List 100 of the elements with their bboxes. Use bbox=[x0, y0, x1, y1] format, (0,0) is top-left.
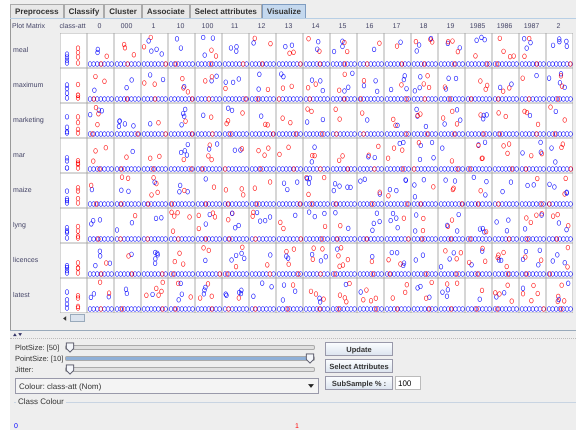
scatter-plot[interactable] bbox=[249, 68, 276, 103]
scatter-plot[interactable] bbox=[519, 68, 546, 103]
scatter-plot[interactable] bbox=[465, 68, 492, 103]
scatter-plot[interactable] bbox=[276, 173, 303, 208]
subsample-field[interactable]: 100 bbox=[395, 376, 421, 390]
scatter-plot[interactable] bbox=[60, 138, 87, 173]
scatter-plot[interactable] bbox=[519, 103, 546, 138]
slider[interactable] bbox=[65, 353, 315, 364]
scatter-plot[interactable] bbox=[357, 68, 384, 103]
scatter-plot[interactable] bbox=[519, 278, 546, 313]
scrollbar-thumb[interactable] bbox=[70, 314, 85, 322]
scatter-plot[interactable] bbox=[60, 33, 87, 68]
scatter-plot[interactable] bbox=[465, 33, 492, 68]
scatter-plot[interactable] bbox=[303, 173, 330, 208]
scatter-plot[interactable] bbox=[195, 103, 222, 138]
scatter-plot[interactable] bbox=[546, 33, 573, 68]
tab[interactable]: Select attributes bbox=[190, 4, 262, 18]
scatter-plot[interactable] bbox=[114, 243, 141, 278]
scatter-plot[interactable] bbox=[195, 208, 222, 243]
scatter-plot[interactable] bbox=[357, 138, 384, 173]
scatter-plot[interactable] bbox=[330, 138, 357, 173]
scatter-plot[interactable] bbox=[465, 103, 492, 138]
scatter-plot[interactable] bbox=[168, 33, 195, 68]
scatter-plot[interactable] bbox=[357, 33, 384, 68]
scatter-plot[interactable] bbox=[222, 208, 249, 243]
scatter-plot[interactable] bbox=[276, 103, 303, 138]
scatter-plot[interactable] bbox=[168, 208, 195, 243]
scatter-plot[interactable] bbox=[330, 208, 357, 243]
scatter-plot[interactable] bbox=[87, 208, 114, 243]
scatter-plot[interactable] bbox=[546, 278, 573, 313]
scatter-plot[interactable] bbox=[330, 103, 357, 138]
scatter-plot[interactable] bbox=[303, 208, 330, 243]
scatter-plot[interactable] bbox=[168, 68, 195, 103]
scatter-plot[interactable] bbox=[87, 243, 114, 278]
scatter-plot[interactable] bbox=[87, 278, 114, 313]
scatter-plot[interactable] bbox=[384, 68, 411, 103]
scatter-plot[interactable] bbox=[492, 173, 519, 208]
tab[interactable]: Associate bbox=[142, 4, 190, 18]
scatter-plot[interactable] bbox=[195, 243, 222, 278]
scatter-plot[interactable] bbox=[492, 103, 519, 138]
scatter-plot[interactable] bbox=[141, 173, 168, 208]
scatter-plot[interactable] bbox=[465, 173, 492, 208]
scatter-plot[interactable] bbox=[114, 33, 141, 68]
scatter-plot[interactable] bbox=[546, 103, 573, 138]
scatter-plot[interactable] bbox=[384, 138, 411, 173]
scatter-plot[interactable] bbox=[330, 68, 357, 103]
scatter-plot[interactable] bbox=[168, 173, 195, 208]
scatter-plot[interactable] bbox=[249, 33, 276, 68]
scatter-plot[interactable] bbox=[303, 243, 330, 278]
scatter-plot[interactable] bbox=[546, 138, 573, 173]
scatter-plot[interactable] bbox=[492, 208, 519, 243]
scatter-plot[interactable] bbox=[168, 243, 195, 278]
scatter-plot[interactable] bbox=[114, 103, 141, 138]
scatter-plot[interactable] bbox=[222, 103, 249, 138]
scatter-plot[interactable] bbox=[519, 243, 546, 278]
scatter-plot[interactable] bbox=[276, 278, 303, 313]
slider-thumb[interactable] bbox=[65, 342, 75, 353]
scatter-plot[interactable] bbox=[87, 173, 114, 208]
scatter-plot[interactable] bbox=[168, 278, 195, 313]
scatter-plot[interactable] bbox=[384, 208, 411, 243]
scatter-plot[interactable] bbox=[411, 243, 438, 278]
scatter-plot[interactable] bbox=[438, 103, 465, 138]
scatter-plot[interactable] bbox=[519, 33, 546, 68]
scatter-plot[interactable] bbox=[438, 68, 465, 103]
scatter-plot[interactable] bbox=[465, 208, 492, 243]
scatter-plot[interactable] bbox=[465, 278, 492, 313]
tab[interactable]: Preprocess bbox=[10, 4, 64, 18]
scatter-plot[interactable] bbox=[519, 173, 546, 208]
scatter-plot[interactable] bbox=[249, 138, 276, 173]
scatter-plot[interactable] bbox=[519, 138, 546, 173]
scatter-plot[interactable] bbox=[141, 138, 168, 173]
scatter-plot[interactable] bbox=[384, 243, 411, 278]
scatter-plot[interactable] bbox=[114, 278, 141, 313]
slider-thumb[interactable] bbox=[305, 353, 315, 364]
scatter-plot[interactable] bbox=[141, 243, 168, 278]
scatter-plot[interactable] bbox=[276, 33, 303, 68]
scatter-plot[interactable] bbox=[87, 33, 114, 68]
scatter-plot[interactable] bbox=[114, 173, 141, 208]
scatter-plot[interactable] bbox=[222, 138, 249, 173]
scatter-plot[interactable] bbox=[195, 173, 222, 208]
scatter-plot[interactable] bbox=[546, 173, 573, 208]
scatter-plot[interactable] bbox=[411, 208, 438, 243]
scatter-plot[interactable] bbox=[357, 173, 384, 208]
scatter-plot[interactable] bbox=[168, 138, 195, 173]
scatter-plot[interactable] bbox=[384, 33, 411, 68]
scatter-plot[interactable] bbox=[276, 138, 303, 173]
scatter-plot[interactable] bbox=[546, 68, 573, 103]
scatter-plot[interactable] bbox=[114, 68, 141, 103]
scatter-plot[interactable] bbox=[438, 173, 465, 208]
scatter-plot[interactable] bbox=[303, 138, 330, 173]
scatter-plot[interactable] bbox=[141, 68, 168, 103]
scatter-plot[interactable] bbox=[384, 103, 411, 138]
scatter-plot[interactable] bbox=[438, 33, 465, 68]
scatter-plot[interactable] bbox=[60, 173, 87, 208]
scatter-plot[interactable] bbox=[141, 208, 168, 243]
scatter-plot[interactable] bbox=[276, 68, 303, 103]
scatter-plot[interactable] bbox=[438, 243, 465, 278]
scatter-plot[interactable] bbox=[411, 138, 438, 173]
tab[interactable]: Visualize bbox=[262, 4, 306, 18]
scatter-plot[interactable] bbox=[60, 243, 87, 278]
